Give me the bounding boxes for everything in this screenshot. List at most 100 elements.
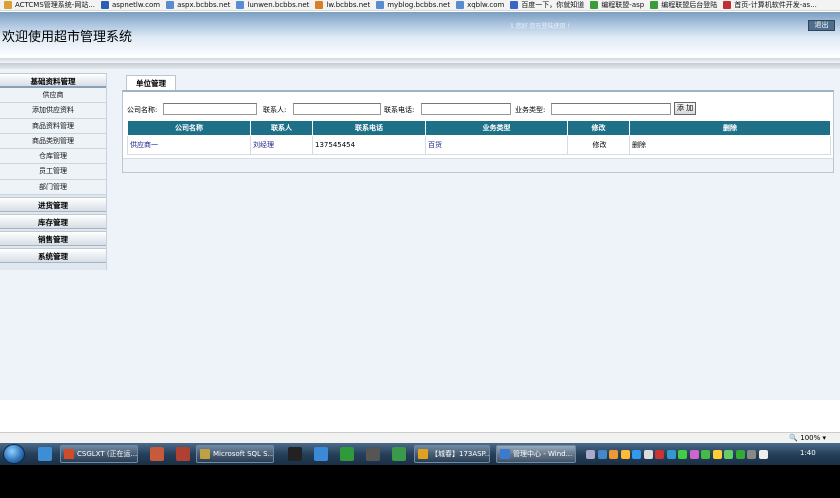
screen-bottom-area [0, 465, 840, 498]
sidebar-section-basic[interactable]: 基础资料管理 [0, 73, 106, 88]
system-tray [586, 447, 796, 461]
table-row: 供应商一 刘经理 137545454 百货 修改 删除 [127, 135, 831, 155]
start-button[interactable] [3, 444, 25, 464]
company-label: 公司名称: [127, 106, 158, 114]
sidebar-section-purchase[interactable]: 进货管理 [0, 197, 106, 213]
sidebar-item-supplier[interactable]: 供应商 [0, 88, 106, 104]
company-input[interactable] [163, 103, 257, 115]
col-header-delete: 删除 [629, 120, 831, 136]
main-area: 基础资料管理 供应商 添加供应资料 商品资料管理 商品类别管理 仓库管理 员工管… [0, 69, 840, 400]
app-icon-4[interactable] [340, 447, 354, 461]
sql-icon [200, 449, 210, 459]
tray-icon[interactable] [655, 449, 664, 459]
phone-cell: 137545454 [312, 135, 426, 155]
tray-icon[interactable] [678, 449, 687, 459]
ie-icon[interactable] [38, 447, 52, 461]
ie-window-icon [500, 449, 510, 459]
col-header-business: 业务类型 [425, 120, 568, 136]
zoom-level[interactable]: 🔍 100% ▾ [789, 434, 826, 442]
content-panel: 公司名称: 联系人: 联系电话: 业务类型: 添 加 公司名称 联系人 联系电话… [122, 90, 834, 173]
favorite-icon [315, 1, 324, 9]
panel-footer [123, 158, 833, 172]
app-icon-6[interactable] [392, 447, 406, 461]
col-header-phone: 联系电话 [312, 120, 426, 136]
favorite-link[interactable]: lunwen.bcbbs.net [236, 1, 309, 9]
table-header-row: 公司名称 联系人 联系电话 业务类型 修改 删除 [127, 120, 831, 136]
tray-icon[interactable] [586, 449, 595, 459]
favorite-link[interactable]: lw.bcbbs.net [315, 1, 370, 9]
favorite-link[interactable]: xqblw.com [456, 1, 504, 9]
sidebar-item-product[interactable]: 商品资料管理 [0, 118, 106, 134]
tray-icon[interactable] [724, 449, 733, 459]
app-icon [64, 449, 74, 459]
search-form: 公司名称: 联系人: 联系电话: 业务类型: 添 加 [127, 102, 827, 116]
sidebar-section-system[interactable]: 系统管理 [0, 248, 106, 264]
company-link[interactable]: 供应商一 [130, 141, 158, 149]
contact-link[interactable]: 刘经理 [253, 141, 274, 149]
sidebar-item-add-supplier[interactable]: 添加供应资料 [0, 103, 106, 119]
tray-icon[interactable] [597, 449, 607, 459]
tray-icon[interactable] [758, 449, 768, 459]
phone-label: 联系电话: [384, 106, 415, 114]
windows-taskbar: CSGLXT (正在运... Microsoft SQL S... 【城春】17… [0, 443, 840, 465]
tray-icon[interactable] [747, 449, 756, 459]
edit-link[interactable]: 修改 [593, 141, 607, 149]
favorite-icon [101, 1, 109, 9]
tab-unit-management[interactable]: 单位管理 [126, 75, 176, 91]
favorite-icon [590, 1, 599, 9]
app-icon-3[interactable] [176, 447, 190, 461]
tray-icon[interactable] [701, 449, 710, 459]
sidebar-section-inventory[interactable]: 库存管理 [0, 214, 106, 230]
business-link[interactable]: 百货 [428, 141, 442, 149]
tray-icon[interactable] [712, 449, 722, 459]
favorite-link[interactable]: 百度一下，你就知道 [510, 0, 584, 10]
app-icon-2[interactable] [150, 447, 164, 461]
tray-icon[interactable] [666, 449, 676, 459]
sidebar-item-employee[interactable]: 员工管理 [0, 164, 106, 180]
favorite-link[interactable]: ACTCMS管理系统-网站... [4, 0, 95, 10]
favorite-link[interactable]: 编程联盟后台登陆 [650, 0, 717, 10]
taskbar-item-sql[interactable]: Microsoft SQL S... [196, 445, 274, 463]
logout-button[interactable]: 退出 [808, 20, 835, 31]
business-input[interactable] [551, 103, 671, 115]
sidebar: 基础资料管理 供应商 添加供应资料 商品资料管理 商品类别管理 仓库管理 员工管… [0, 73, 107, 270]
phone-input[interactable] [421, 103, 511, 115]
tray-icon[interactable] [735, 449, 745, 459]
contact-input[interactable] [293, 103, 381, 115]
favorite-link[interactable]: 首页-计算机软件开发-as... [723, 0, 817, 10]
tray-icon[interactable] [620, 449, 630, 459]
sidebar-item-department[interactable]: 部门管理 [0, 179, 106, 196]
favorite-icon [723, 1, 732, 9]
add-button[interactable]: 添 加 [674, 102, 696, 115]
favorite-link[interactable]: aspx.bcbbs.net [166, 1, 230, 9]
unit-table: 公司名称 联系人 联系电话 业务类型 修改 删除 供应商一 刘经理 137545… [127, 120, 831, 155]
app-icon-5[interactable] [366, 447, 380, 461]
favorites-bar: ACTCMS管理系统-网站... aspnetlw.com aspx.bcbbs.n… [0, 0, 840, 11]
favorite-icon [236, 1, 245, 9]
favorite-link[interactable]: myblog.bcbbs.net [376, 1, 450, 9]
favorite-icon [650, 1, 659, 9]
clock: 1:40 [800, 449, 816, 457]
sidebar-item-category[interactable]: 商品类别管理 [0, 133, 106, 150]
folder-icon [418, 449, 428, 459]
tray-icon[interactable] [643, 449, 653, 459]
welcome-text: 1 您好 您在登陆使用 ! [510, 23, 570, 30]
browser-icon[interactable] [314, 447, 328, 461]
app-header: 欢迎使用超市管理系统 1 您好 您在登陆使用 ! 退出 [0, 12, 840, 58]
taskbar-item-asp[interactable]: 【城春】173ASP... [414, 445, 490, 463]
favorite-link[interactable]: 编程联盟-asp [590, 0, 644, 10]
favorite-icon [456, 1, 465, 9]
favorite-icon [376, 1, 385, 9]
favorite-link[interactable]: aspnetlw.com [101, 1, 160, 9]
delete-link[interactable]: 删除 [632, 141, 646, 149]
favorite-icon [4, 1, 12, 9]
tray-icon[interactable] [609, 449, 618, 459]
qq-icon[interactable] [288, 447, 302, 461]
taskbar-item-admin[interactable]: 管理中心 - Wind... [496, 445, 576, 463]
sidebar-section-sales[interactable]: 销售管理 [0, 231, 106, 247]
taskbar-item-csglxt[interactable]: CSGLXT (正在运... [60, 445, 138, 463]
col-header-company: 公司名称 [127, 120, 251, 136]
sidebar-item-warehouse[interactable]: 仓库管理 [0, 149, 106, 165]
tray-icon[interactable] [689, 449, 699, 459]
tray-icon[interactable] [632, 449, 641, 459]
